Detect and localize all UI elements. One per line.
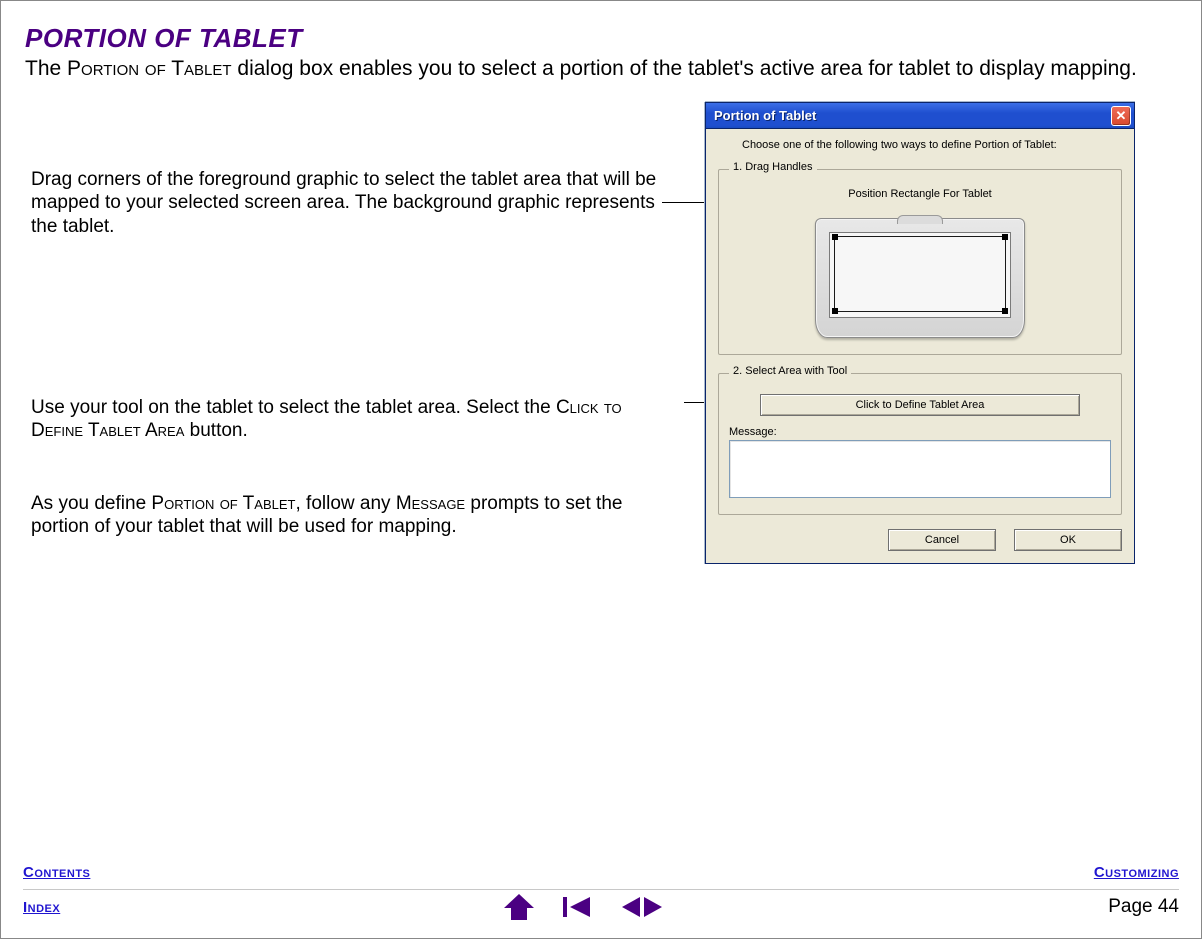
message-textbox bbox=[729, 440, 1111, 498]
content-row: Drag corners of the foreground graphic t… bbox=[25, 102, 1177, 556]
group1-caption: Position Rectangle For Tablet bbox=[729, 188, 1111, 200]
dialog-title: Portion of Tablet bbox=[714, 108, 816, 123]
cancel-button[interactable]: Cancel bbox=[888, 529, 996, 551]
callout-msg-sc2: Message bbox=[396, 493, 465, 514]
group-select-tool: 2. Select Area with Tool Click to Define… bbox=[718, 373, 1122, 515]
group1-legend: 1. Drag Handles bbox=[729, 161, 817, 173]
dialog-body: Choose one of the following two ways to … bbox=[706, 129, 1134, 563]
message-area: Message: bbox=[729, 426, 1111, 498]
selection-rectangle[interactable] bbox=[834, 236, 1006, 312]
callout-column: Drag corners of the foreground graphic t… bbox=[25, 102, 665, 556]
define-tablet-area-button[interactable]: Click to Define Tablet Area bbox=[760, 394, 1080, 416]
prev-next-icon[interactable] bbox=[618, 892, 666, 922]
portion-of-tablet-dialog: Portion of Tablet ✕ Choose one of the fo… bbox=[705, 102, 1135, 564]
callout-msg-2: , follow any bbox=[295, 493, 395, 514]
intro-text-1: The bbox=[25, 57, 67, 80]
nav-icon-group bbox=[502, 892, 666, 922]
intro-text-2: dialog box enables you to select a porti… bbox=[232, 57, 1137, 80]
nav-index-link[interactable]: Index bbox=[23, 899, 60, 916]
callout-tool-1: Use your tool on the tablet to select th… bbox=[31, 397, 556, 418]
dialog-titlebar[interactable]: Portion of Tablet ✕ bbox=[706, 103, 1134, 129]
resize-handle-br[interactable] bbox=[1002, 308, 1008, 314]
callout-message: As you define Portion of Tablet, follow … bbox=[31, 492, 665, 538]
footer-nav: Contents Customizing Index Page 44 bbox=[1, 856, 1201, 938]
resize-handle-tl[interactable] bbox=[832, 234, 838, 240]
callout-gap bbox=[31, 256, 665, 396]
group-drag-handles: 1. Drag Handles Position Rectangle For T… bbox=[718, 169, 1122, 355]
footer-row-2: Index Page 44 bbox=[23, 890, 1179, 924]
first-page-icon[interactable] bbox=[560, 892, 594, 922]
tablet-graphic[interactable] bbox=[801, 208, 1039, 338]
nav-contents-link[interactable]: Contents bbox=[23, 864, 90, 881]
footer-row-1: Contents Customizing bbox=[23, 856, 1179, 890]
callout-gap bbox=[31, 460, 665, 492]
callout-tool-2: button. bbox=[184, 420, 247, 441]
group1-inner: Position Rectangle For Tablet bbox=[729, 188, 1111, 338]
callout-select-tool: Use your tool on the tablet to select th… bbox=[31, 396, 665, 442]
page-number: Page 44 bbox=[1108, 896, 1179, 918]
close-icon: ✕ bbox=[1116, 108, 1127, 124]
resize-handle-bl[interactable] bbox=[832, 308, 838, 314]
home-icon[interactable] bbox=[502, 892, 536, 922]
message-label: Message: bbox=[729, 426, 1111, 438]
page-title: PORTION OF TABLET bbox=[25, 23, 1177, 54]
intro-smallcaps: Portion of Tablet bbox=[67, 57, 232, 80]
nav-customizing-link[interactable]: Customizing bbox=[1094, 864, 1179, 881]
group2-legend: 2. Select Area with Tool bbox=[729, 365, 851, 377]
callout-msg-1: As you define bbox=[31, 493, 151, 514]
intro-paragraph: The Portion of Tablet dialog box enables… bbox=[25, 56, 1177, 82]
callout-drag-handles: Drag corners of the foreground graphic t… bbox=[31, 168, 665, 238]
dialog-wrap: Portion of Tablet ✕ Choose one of the fo… bbox=[665, 102, 1177, 556]
dialog-button-row: Cancel OK bbox=[718, 529, 1122, 551]
document-page: PORTION OF TABLET The Portion of Tablet … bbox=[0, 0, 1202, 939]
callout-msg-sc1: Portion of Tablet bbox=[151, 493, 295, 514]
resize-handle-tr[interactable] bbox=[1002, 234, 1008, 240]
dialog-instruction: Choose one of the following two ways to … bbox=[718, 139, 1122, 151]
close-button[interactable]: ✕ bbox=[1111, 106, 1131, 126]
ok-button[interactable]: OK bbox=[1014, 529, 1122, 551]
